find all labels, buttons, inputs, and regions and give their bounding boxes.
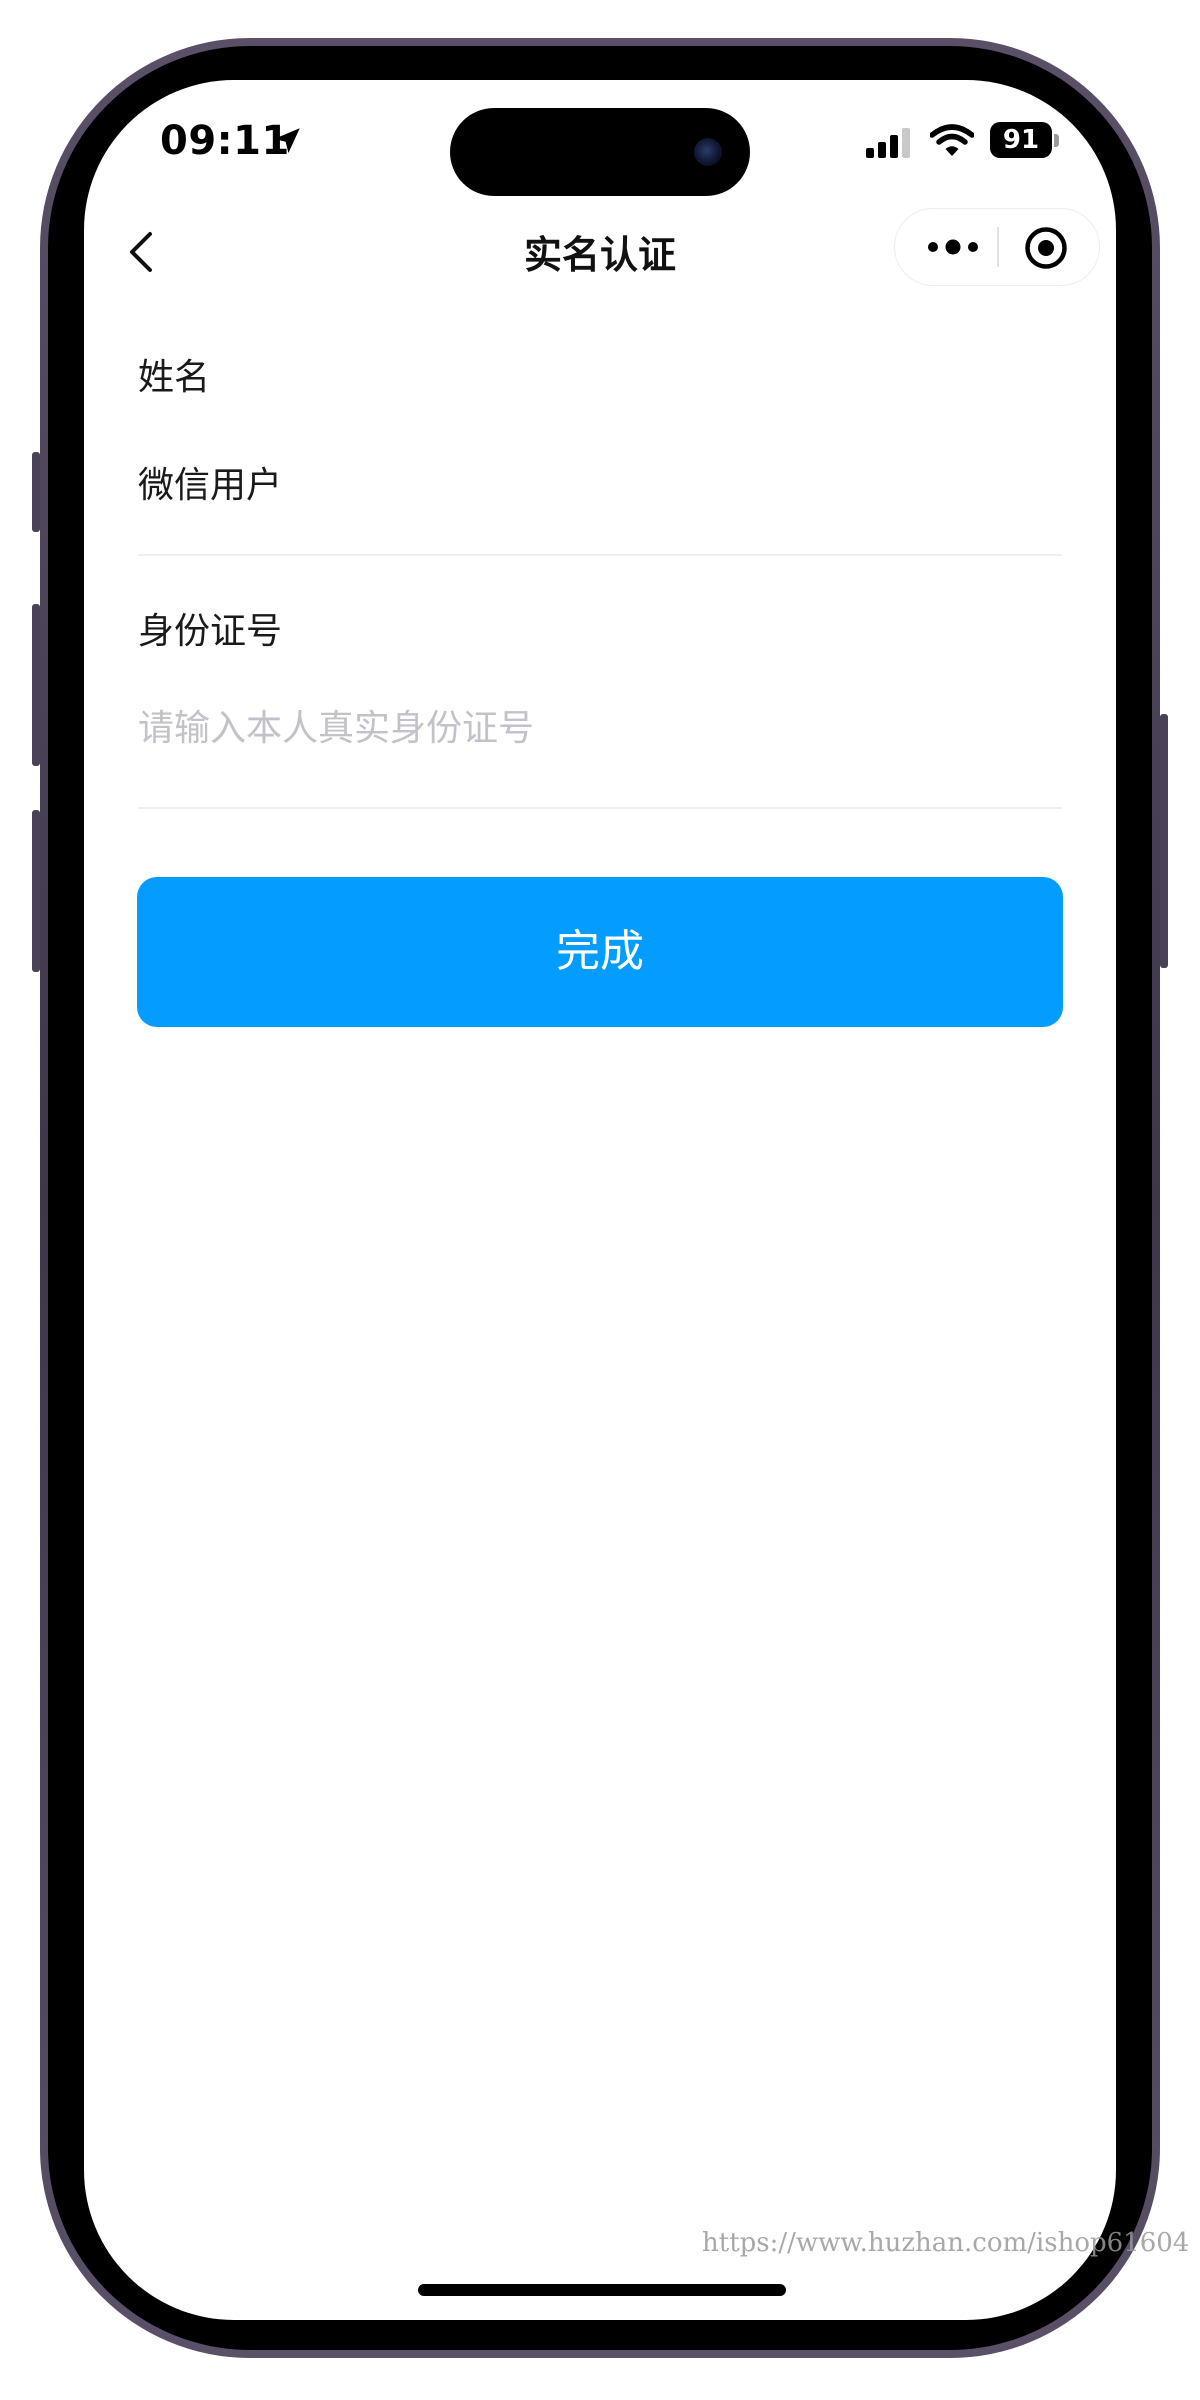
page-stage: 09:11 91 实名认证 姓名 微信用户 身份证号 请输入本人真实身份证号 完… bbox=[0, 0, 1200, 2400]
wifi-icon bbox=[930, 124, 974, 156]
mini-program-capsule bbox=[894, 208, 1100, 286]
cellular-signal-icon bbox=[866, 128, 916, 158]
more-dots-icon[interactable] bbox=[925, 233, 981, 261]
capsule-divider bbox=[997, 227, 999, 267]
volume-down-button bbox=[32, 810, 40, 972]
app-screen: 09:11 91 实名认证 姓名 微信用户 身份证号 请输入本人真实身份证号 完… bbox=[84, 80, 1116, 2320]
action-button bbox=[32, 452, 40, 532]
volume-up-button bbox=[32, 604, 40, 766]
id-number-divider bbox=[138, 807, 1062, 809]
battery-icon: 91 bbox=[990, 122, 1052, 158]
camera-icon bbox=[694, 138, 722, 166]
id-number-label: 身份证号 bbox=[138, 611, 283, 652]
home-indicator bbox=[418, 2284, 786, 2296]
power-button bbox=[1160, 714, 1168, 968]
name-divider bbox=[138, 554, 1062, 556]
location-arrow-icon bbox=[274, 128, 300, 154]
target-close-icon[interactable] bbox=[1023, 225, 1069, 271]
name-value: 微信用户 bbox=[138, 465, 283, 506]
id-number-input[interactable] bbox=[138, 698, 1062, 758]
battery-tip bbox=[1054, 134, 1059, 147]
complete-button[interactable]: 完成 bbox=[137, 877, 1063, 1027]
watermark-text: https://www.huzhan.com/ishop61604 bbox=[702, 2228, 1190, 2258]
name-label: 姓名 bbox=[138, 357, 211, 398]
dynamic-island bbox=[450, 108, 750, 196]
